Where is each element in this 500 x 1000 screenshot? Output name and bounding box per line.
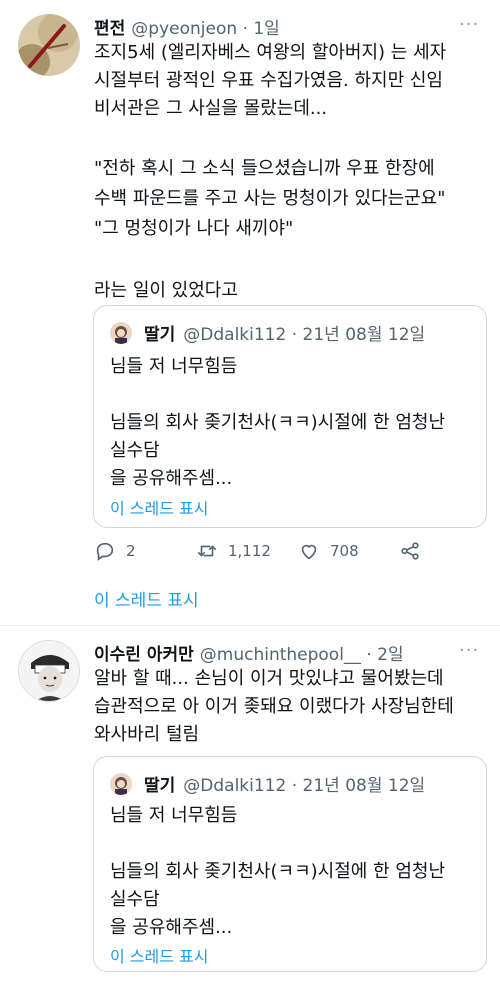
like-count: 708 — [330, 542, 359, 560]
author-handle[interactable]: @muchinthepool__ · 2일 — [200, 640, 404, 665]
quote-avatar — [110, 772, 132, 795]
text-line: 와사바리 털림 — [94, 724, 200, 745]
author-name[interactable]: 편전 — [94, 14, 125, 39]
quote-text-line: 실수담 — [110, 440, 160, 461]
tweet-text: 조지5세 (엘리자베스 여왕의 할아버지) 는 세자 시절부터 광적인 우표 수… — [94, 40, 489, 306]
tweet-header: 편전 @pyeonjeon · 1일 — [94, 14, 280, 39]
quote-author-name: 딸기 — [144, 776, 176, 796]
text-line — [94, 124, 489, 156]
quoted-tweet[interactable]: 딸기 @Ddalki112 · 21년 08월 12일 님들 저 너무힘듬 님들… — [93, 756, 487, 972]
quote-text-line: 님들 저 너무힘듬 — [110, 356, 238, 377]
quote-text-line: 을 공유해주셈... — [110, 917, 233, 938]
quote-text-line: 을 공유해주셈... — [110, 468, 233, 489]
show-thread-link[interactable]: 이 스레드 표시 — [94, 586, 199, 611]
retweet-count: 1,112 — [228, 542, 271, 560]
strawberry-avatar-icon — [110, 772, 132, 795]
reply-icon — [96, 542, 114, 561]
text-line: 시절부터 광적인 우표 수집가였음. 하지만 신임 — [94, 70, 443, 91]
author-handle[interactable]: @pyeonjeon · 1일 — [131, 14, 280, 39]
tweet-text: 알바 할 때... 손님이 이거 맛있냐고 물어봤는데 습관적으로 아 이거 좆… — [94, 666, 489, 750]
avatar[interactable] — [18, 640, 80, 702]
quote-text-line: 님들의 회사 좆기천사(ㅋㅋ)시절에 한 엄청난 — [110, 412, 446, 433]
tweet-2[interactable]: 이수린 아커만 @muchinthepool__ · 2일 ··· 알바 할 때… — [0, 626, 500, 1000]
text-line: 라는 일이 있었다고 — [94, 280, 238, 301]
retweet-icon — [197, 545, 217, 557]
strawberry-avatar-icon — [110, 321, 132, 344]
share-icon — [401, 542, 419, 560]
author-name[interactable]: 이수린 아커만 — [94, 640, 194, 665]
tweet-header: 이수린 아커만 @muchinthepool__ · 2일 — [94, 640, 404, 665]
text-line: 습관적으로 아 이거 좆돼요 이랬다가 사장님한테 — [94, 696, 454, 717]
quote-header: 딸기 @Ddalki112 · 21년 08월 12일 — [110, 771, 425, 796]
heart-icon — [301, 544, 317, 560]
reply-button[interactable]: 2 — [94, 540, 136, 562]
more-icon[interactable]: ··· — [459, 640, 479, 661]
quote-text-line: 님들 저 너무힘듬 — [110, 805, 238, 826]
retweet-button[interactable]: 1,112 — [196, 540, 271, 562]
like-button[interactable]: 708 — [298, 540, 359, 562]
tweet-actions: 2 1,112 708 — [94, 540, 424, 566]
reply-count: 2 — [126, 542, 136, 560]
text-line: "전하 혹시 그 소식 들으셨습니까 우표 한장에 — [94, 158, 435, 179]
tweet-1[interactable]: 편전 @pyeonjeon · 1일 ··· 조지5세 (엘리자베스 여왕의 할… — [0, 0, 500, 625]
text-line: 비서관은 그 사실을 몰랐는데... — [94, 98, 328, 119]
text-line: 수백 파운드를 주고 사는 멍청이가 있다는군요" — [94, 188, 446, 209]
text-line: 알바 할 때... 손님이 이거 맛있냐고 물어봤는데 — [94, 668, 444, 689]
person-sketch-avatar-icon — [19, 641, 79, 701]
quote-show-thread-link[interactable]: 이 스레드 표시 — [110, 943, 209, 967]
quote-show-thread-link[interactable]: 이 스레드 표시 — [110, 495, 209, 519]
quote-avatar — [110, 321, 132, 344]
quote-text-line: 님들의 회사 좆기천사(ㅋㅋ)시절에 한 엄청난 — [110, 861, 446, 882]
more-icon[interactable]: ··· — [459, 14, 479, 35]
quoted-tweet[interactable]: 딸기 @Ddalki112 · 21년 08월 12일 님들 저 너무힘듬 님들… — [93, 305, 487, 528]
quote-author-handle: @Ddalki112 · 21년 08월 12일 — [183, 325, 426, 345]
text-line — [94, 246, 489, 278]
quote-text-line: 실수담 — [110, 889, 160, 910]
quote-author-handle: @Ddalki112 · 21년 08월 12일 — [183, 776, 426, 796]
text-line: "그 멍청이가 나다 새끼야" — [94, 218, 294, 239]
text-line: 조지5세 (엘리자베스 여왕의 할아버지) 는 세자 — [94, 42, 447, 63]
stick-photo-avatar-icon — [18, 14, 80, 76]
quote-author-name: 딸기 — [144, 325, 176, 345]
share-button[interactable] — [399, 540, 421, 562]
avatar[interactable] — [18, 14, 80, 76]
quote-header: 딸기 @Ddalki112 · 21년 08월 12일 — [110, 320, 425, 345]
